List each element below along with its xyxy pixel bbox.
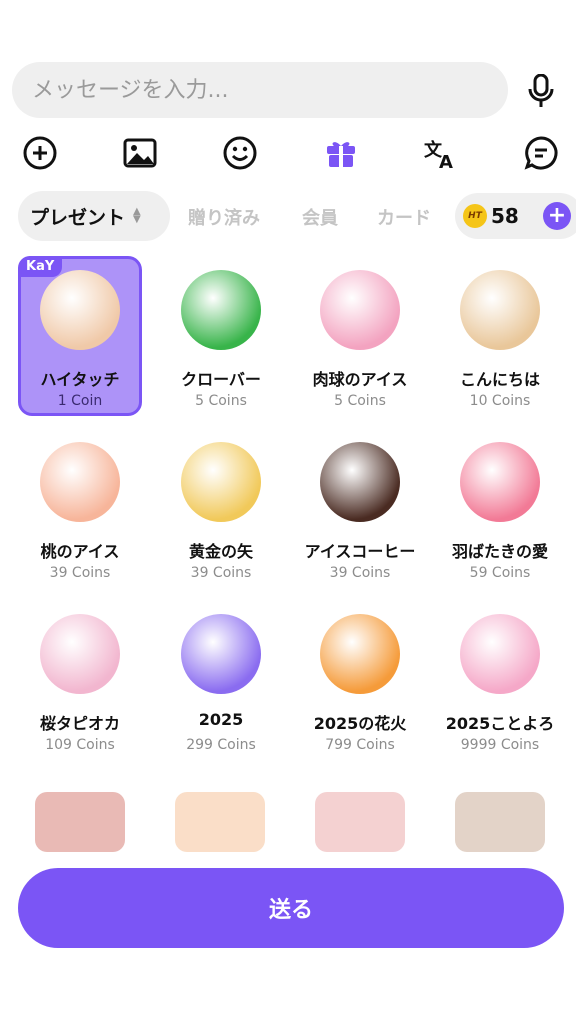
gift-image	[181, 614, 261, 694]
gift-item[interactable]: 羽ばたきの愛 59 Coins	[438, 428, 562, 588]
gift-image	[460, 270, 540, 350]
gift-image	[460, 614, 540, 694]
gift-name: ハイタッチ	[40, 370, 120, 389]
gift-item[interactable]: KaY ハイタッチ 1 Coin	[18, 256, 142, 416]
gift-image	[40, 270, 120, 350]
tab-present[interactable]: プレゼント ▲ ▼	[18, 191, 170, 241]
gift-item[interactable]: 桜タピオカ 109 Coins	[18, 600, 142, 760]
svg-text:A: A	[439, 152, 453, 170]
emoji-icon[interactable]	[221, 134, 259, 172]
gift-image-faded	[175, 792, 265, 852]
gift-name: クローバー	[181, 370, 261, 389]
tab-sent[interactable]: 贈り済み	[188, 204, 260, 230]
gift-price: 59 Coins	[469, 565, 531, 581]
gift-name: 2025ことよろ	[445, 714, 555, 733]
gift-price: 10 Coins	[469, 393, 531, 409]
gift-item[interactable]: 2025ことよろ 9999 Coins	[438, 600, 562, 760]
sort-icon: ▲ ▼	[133, 206, 141, 225]
gift-image	[40, 442, 120, 522]
gift-price: 5 Coins	[195, 393, 247, 409]
gift-item[interactable]: アイスコーヒー 39 Coins	[298, 428, 422, 588]
gift-item[interactable]: 2025の花火 799 Coins	[298, 600, 422, 760]
gift-image	[181, 270, 261, 350]
gift-name: 桜タピオカ	[39, 714, 120, 733]
add-coins-button[interactable]: +	[543, 202, 571, 230]
gift-image-faded	[455, 792, 545, 852]
send-area: 送る	[0, 852, 576, 1024]
plus-circle-icon[interactable]	[21, 134, 59, 172]
gift-price: 39 Coins	[49, 565, 111, 581]
gift-price: 9999 Coins	[460, 737, 540, 753]
gift-price: 109 Coins	[45, 737, 115, 753]
gift-image-faded	[35, 792, 125, 852]
gift-image	[181, 442, 261, 522]
gift-item[interactable]: 2025 299 Coins	[159, 600, 283, 760]
microphone-icon[interactable]	[526, 73, 556, 108]
message-row	[12, 62, 564, 118]
gift-price: 299 Coins	[186, 737, 256, 753]
gift-name: 桃のアイス	[40, 542, 120, 561]
coin-balance: HT 58 +	[455, 193, 576, 239]
gift-image	[320, 270, 400, 350]
gift-price: 1 Coin	[57, 393, 103, 409]
coin-count: 58	[491, 204, 519, 228]
gift-name: 2025の花火	[313, 714, 407, 733]
gift-name: こんにちは	[459, 370, 540, 389]
message-input[interactable]	[12, 62, 508, 118]
gift-name: 羽ばたきの愛	[451, 542, 548, 561]
gift-image-faded	[315, 792, 405, 852]
tab-present-label: プレゼント	[30, 206, 126, 229]
gift-image	[320, 442, 400, 522]
gift-price: 39 Coins	[329, 565, 391, 581]
gift-item[interactable]: こんにちは 10 Coins	[438, 256, 562, 416]
tab-membership[interactable]: 会員	[302, 204, 338, 230]
gift-price: 39 Coins	[190, 565, 252, 581]
input-toolbar: 文A	[0, 130, 576, 176]
gift-image	[460, 442, 540, 522]
gift-name: アイスコーヒー	[304, 542, 416, 561]
chat-icon[interactable]	[522, 134, 560, 172]
translate-icon[interactable]: 文A	[422, 134, 460, 172]
gift-image	[320, 614, 400, 694]
gift-tabs: プレゼント ▲ ▼ 贈り済み 会員 カード HT 58 +	[18, 191, 576, 241]
ht-coin-icon: HT	[463, 204, 487, 228]
gift-item[interactable]: クローバー 5 Coins	[159, 256, 283, 416]
gift-image	[40, 614, 120, 694]
gift-item[interactable]: 黄金の矢 39 Coins	[159, 428, 283, 588]
gift-name: 2025	[198, 710, 244, 729]
gift-icon[interactable]	[322, 134, 360, 172]
gift-item[interactable]: 桃のアイス 39 Coins	[18, 428, 142, 588]
gift-name: 黄金の矢	[188, 542, 253, 561]
gift-price: 5 Coins	[334, 393, 386, 409]
gift-item[interactable]: 肉球のアイス 5 Coins	[298, 256, 422, 416]
gift-price: 799 Coins	[325, 737, 395, 753]
tab-card[interactable]: カード	[377, 204, 431, 230]
gift-name: 肉球のアイス	[312, 370, 408, 389]
gift-badge: KaY	[18, 256, 63, 277]
image-icon[interactable]	[121, 134, 159, 172]
send-button[interactable]: 送る	[18, 868, 564, 948]
